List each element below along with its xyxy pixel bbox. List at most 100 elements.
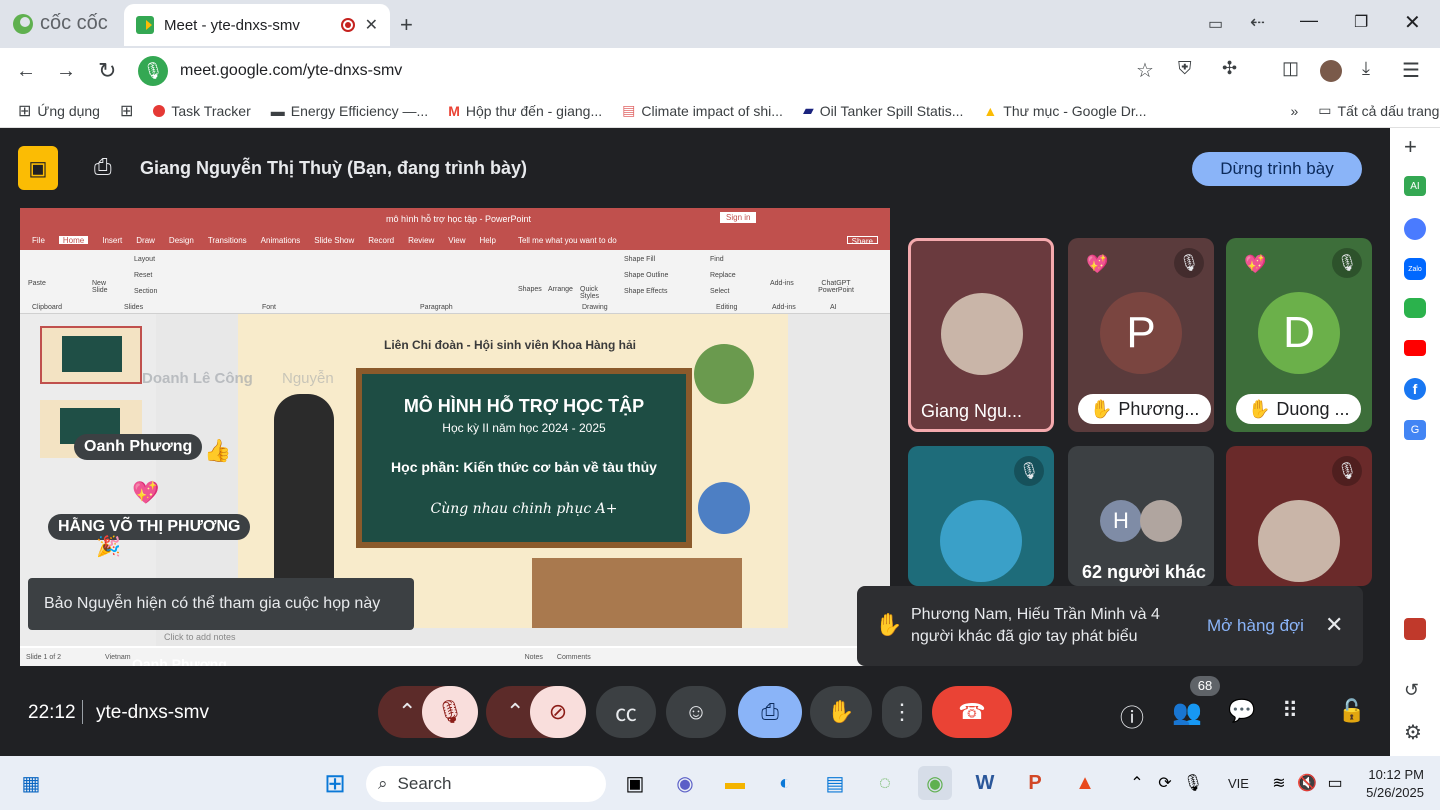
file-explorer-icon[interactable]: ▬ [718,766,752,800]
participant-tile[interactable]: 🎙 [908,446,1054,586]
ribbon-label[interactable]: Select [710,288,729,295]
ribbon-label[interactable]: Add-ins [770,280,794,287]
coccoc-active-taskbar-icon[interactable]: ◉ [918,766,952,800]
stop-presenting-button[interactable]: Dừng trình bày [1192,152,1362,186]
bookmark-climate[interactable]: ▤ Climate impact of shi... [622,102,783,119]
ppt-tab[interactable]: Record [368,236,394,245]
more-options-button[interactable]: ⋮ [882,686,922,738]
ribbon-label[interactable]: Shape Effects [624,288,667,295]
shield-icon[interactable]: ⛨ [1178,58,1192,79]
new-tab-icon[interactable]: + [400,12,413,38]
microphone-icon[interactable]: 🎙 [1176,766,1210,800]
ribbon-label[interactable]: Layout [134,256,155,263]
ribbon-label[interactable]: Shapes [518,286,542,293]
zalo-icon[interactable]: Zalo [1404,258,1426,280]
ribbon-label[interactable]: New Slide [92,280,118,294]
ribbon-label[interactable]: Shape Fill [624,256,655,263]
info-icon[interactable]: ⓘ [1120,698,1144,733]
forward-icon[interactable]: → [56,60,76,83]
bookmark-apps[interactable]: ⊞ Ứng dụng [18,101,100,121]
activities-icon[interactable]: ⠿ [1282,698,1298,724]
notes-placeholder[interactable]: Click to add notes [164,632,236,642]
participant-tile[interactable]: Giang Ngu... [908,238,1054,432]
start-icon[interactable]: ⊞ [318,766,352,800]
ppt-share[interactable]: Share [846,236,878,246]
taskbar-clock[interactable]: 10:12 PM 5/26/2025 [1358,766,1424,802]
ppt-tab[interactable]: Draw [136,236,155,245]
widgets-icon[interactable]: ▦ [14,766,48,800]
ppt-tab[interactable]: Design [169,236,194,245]
ppt-tab[interactable]: Help [480,236,496,245]
others-tile[interactable]: H 62 người khác [1068,446,1214,586]
status-comments[interactable]: Comments [557,654,591,661]
screenshot-icon[interactable]: ▭ [1208,14,1223,34]
menu-icon[interactable]: ☰ [1402,58,1420,83]
voice-search-icon[interactable]: 🎙 [138,56,168,86]
reader-icon[interactable]: ▲ [1068,766,1102,800]
back-history-icon[interactable]: ⇠ [1250,12,1265,33]
youtube-icon[interactable] [1404,340,1426,356]
settings-icon[interactable]: ⚙ [1404,720,1422,745]
leave-call-button[interactable]: ☎ [932,686,1012,738]
ribbon-label[interactable]: Arrange [548,286,573,293]
back-icon[interactable]: ← [16,60,36,83]
slide-thumb-1[interactable] [40,326,142,384]
ppt-tell-me[interactable]: Tell me what you want to do [518,236,617,245]
stop-share-icon[interactable]: ▣ [18,146,58,190]
open-queue-button[interactable]: Mở hàng đợi [1207,616,1304,636]
translate-icon[interactable]: G [1404,420,1426,440]
download-icon[interactable]: ⤓ [1362,58,1370,79]
task-view-icon[interactable]: ▣ [618,766,652,800]
mic-toggle-button[interactable]: 🎙 [422,686,478,738]
apps-launcher-icon[interactable]: ⊞ [120,101,133,121]
history-icon[interactable]: ↺ [1404,680,1419,701]
status-notes[interactable]: Notes [525,654,543,661]
word-icon[interactable]: W [968,766,1002,800]
bookmark-star-icon[interactable]: ☆ [1136,58,1154,83]
participant-tile[interactable]: 💖 🎙 D ✋ Duong ... [1226,238,1372,432]
facebook-icon[interactable]: f [1404,378,1426,400]
close-tab-icon[interactable]: ✕ [365,15,378,35]
ribbon-label[interactable]: Shape Outline [624,272,668,279]
reload-icon[interactable]: ↻ [98,58,116,84]
ppt-tab[interactable]: View [448,236,465,245]
ppt-sign-in[interactable]: Sign in [720,212,757,223]
store-icon[interactable]: ▤ [818,766,852,800]
close-window-icon[interactable]: ✕ [1404,10,1421,35]
close-icon[interactable]: ✕ [1325,612,1343,638]
ribbon-label[interactable]: Reset [134,272,152,279]
add-icon[interactable]: + [1404,134,1417,160]
all-bookmarks[interactable]: ▭ Tất cả dấu trang [1318,102,1439,119]
ribbon-label[interactable]: Section [134,288,157,295]
maximize-icon[interactable]: ❐ [1354,12,1368,32]
teams-icon[interactable]: ◉ [668,766,702,800]
participant-tile[interactable]: 💖 🎙 P ✋ Phương... [1068,238,1214,432]
bookmark-drive[interactable]: ▲ Thư mục - Google Dr... [983,103,1146,119]
ribbon-label[interactable]: Quick Styles [580,286,606,300]
messenger-icon[interactable] [1404,218,1426,240]
captions-button[interactable]: ㏄ [596,686,656,738]
raise-hand-button[interactable]: ✋ [810,686,872,738]
profile-avatar[interactable] [1320,60,1342,82]
taskbar-search[interactable]: ⌕ Search [366,766,606,802]
ppt-tab[interactable]: Review [408,236,434,245]
red-app-icon[interactable] [1404,618,1426,640]
ppt-tab[interactable]: File [32,236,45,245]
more-bookmarks-icon[interactable]: » [1290,103,1298,119]
battery-icon[interactable]: ▭ [1318,766,1352,800]
ppt-tab-active[interactable]: Home [58,236,89,245]
camera-toggle-button[interactable]: ⊘ [530,686,586,738]
edge-icon[interactable]: ◐ [768,766,802,800]
participant-tile[interactable]: 🎙 [1226,446,1372,586]
bookmark-task-tracker[interactable]: Task Tracker [153,103,251,119]
side-panel-icon[interactable]: ◫ [1282,58,1299,79]
ribbon-label[interactable]: Replace [710,272,736,279]
ai-icon[interactable]: AI [1404,176,1426,196]
url-field[interactable]: meet.google.com/yte-dnxs-smv [180,62,402,80]
ribbon-label[interactable]: Paste [28,280,46,287]
ribbon-label[interactable]: ChatGPT PowerPoint [816,280,856,294]
bookmark-gmail[interactable]: M Hộp thư đến - giang... [448,103,602,119]
people-icon[interactable]: 👥 [1172,698,1202,727]
powerpoint-icon[interactable]: P [1018,766,1052,800]
present-button[interactable]: ⎙ [738,686,802,738]
